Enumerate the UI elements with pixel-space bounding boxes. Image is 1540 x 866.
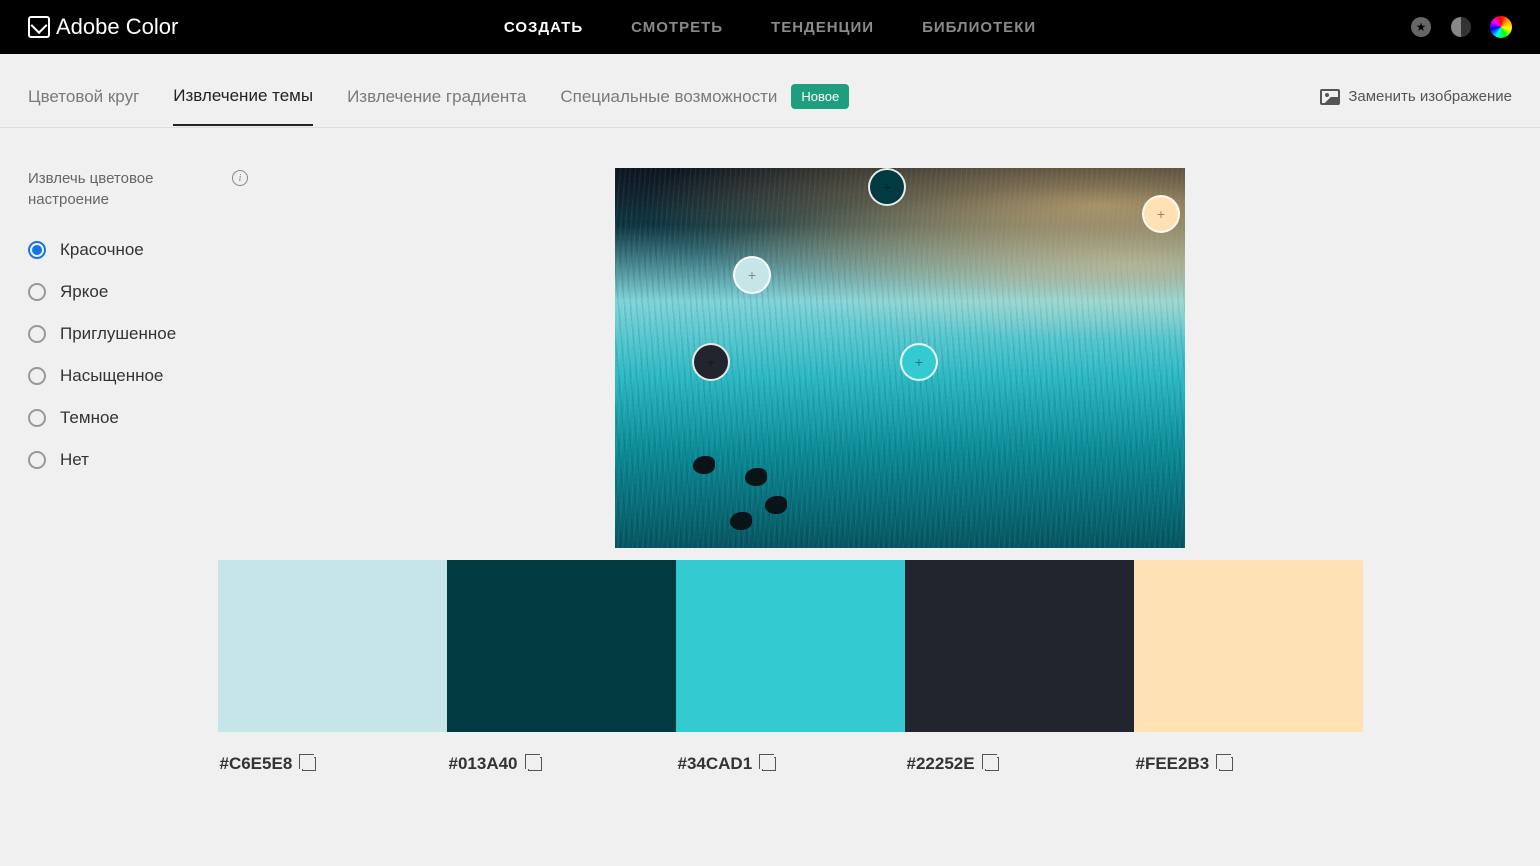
color-wheel-icon[interactable] [1490,16,1512,38]
content-area: +++++ #C6E5E8#013A40#34CAD1#22252E#FEE2B… [288,168,1512,774]
color-picker-handle-1[interactable]: + [733,256,771,294]
palette-swatches [218,560,1363,732]
swatch-3[interactable] [905,560,1134,732]
copy-icon[interactable] [1219,757,1233,771]
radio-icon [28,409,46,427]
mood-option-3[interactable]: Насыщенное [28,366,248,386]
mood-label: Красочное [60,240,144,260]
duck-shape [730,512,752,530]
app-logo[interactable]: Adobe Color [28,14,178,40]
copy-icon[interactable] [302,757,316,771]
mood-label: Насыщенное [60,366,163,386]
palette-hex-row: #C6E5E8 #013A40 #34CAD1 #22252E #FEE2B3 [218,754,1363,774]
new-badge: Новое [791,84,849,109]
source-image[interactable]: + + + + + [615,168,1185,548]
swatch-1[interactable] [447,560,676,732]
contrast-icon[interactable] [1450,16,1472,38]
copy-icon[interactable] [528,757,542,771]
hex-cell-0: #C6E5E8 [218,754,447,774]
hex-value[interactable]: #22252E [907,754,975,774]
mood-option-4[interactable]: Темное [28,408,248,428]
copy-icon[interactable] [762,757,776,771]
duck-shape [745,468,767,486]
subnav-item-2[interactable]: Извлечение градиента [347,87,526,125]
main-area: Извлечь цветовое настроение i Красочное Я… [0,128,1540,774]
duck-shape [765,496,787,514]
hex-cell-4: #FEE2B3 [1134,754,1363,774]
replace-image-label: Заменить изображение [1348,88,1512,105]
nav-item-3[interactable]: БИБЛИОТЕКИ [922,19,1036,36]
subnav-item-1[interactable]: Извлечение темы [173,86,313,126]
subnav-item-3[interactable]: Специальные возможности [560,87,777,125]
duck-shape [693,456,715,474]
hex-cell-2: #34CAD1 [676,754,905,774]
hex-cell-3: #22252E [905,754,1134,774]
sidebar-title-text: Извлечь цветовое настроение [28,168,218,210]
mood-list: Красочное Яркое Приглушенное Насыщенное Темн… [28,240,248,470]
star-icon[interactable]: ★ [1410,16,1432,38]
color-picker-handle-2[interactable]: + [1142,195,1180,233]
swatch-2[interactable] [676,560,905,732]
nav-item-0[interactable]: СОЗДАТЬ [504,19,583,36]
sidebar-heading: Извлечь цветовое настроение i [28,168,248,210]
top-bar: Adobe Color СОЗДАТЬ СМОТРЕТЬ ТЕНДЕНЦИИ БИБЛ… [0,0,1540,54]
sub-nav: Цветовой круг Извлечение темы Извлечение г… [0,54,1540,128]
info-icon[interactable]: i [232,170,248,186]
radio-icon [28,325,46,343]
hex-cell-1: #013A40 [447,754,676,774]
mood-label: Нет [60,450,89,470]
copy-icon[interactable] [985,757,999,771]
mood-option-5[interactable]: Нет [28,450,248,470]
radio-icon [28,283,46,301]
header-actions: ★ [1410,16,1512,38]
primary-nav: СОЗДАТЬ СМОТРЕТЬ ТЕНДЕНЦИИ БИБЛИОТЕКИ [504,19,1036,36]
adobe-logo-icon [28,16,50,38]
radio-icon [28,451,46,469]
mood-label: Приглушенное [60,324,176,344]
color-picker-handle-0[interactable]: + [868,168,906,206]
radio-icon [28,241,46,259]
swatch-0[interactable] [218,560,447,732]
mood-option-1[interactable]: Яркое [28,282,248,302]
hex-value[interactable]: #FEE2B3 [1136,754,1210,774]
color-picker-handle-3[interactable]: + [692,343,730,381]
nav-item-2[interactable]: ТЕНДЕНЦИИ [771,19,874,36]
mood-option-0[interactable]: Красочное [28,240,248,260]
image-icon [1320,89,1340,105]
replace-image-button[interactable]: Заменить изображение [1320,88,1512,123]
hex-value[interactable]: #34CAD1 [678,754,753,774]
mood-label: Темное [60,408,119,428]
subnav-item-0[interactable]: Цветовой круг [28,87,139,125]
mood-option-2[interactable]: Приглушенное [28,324,248,344]
hex-value[interactable]: #013A40 [449,754,518,774]
hex-value[interactable]: #C6E5E8 [220,754,293,774]
radio-icon [28,367,46,385]
logo-text: Adobe Color [56,14,178,40]
mood-label: Яркое [60,282,108,302]
color-picker-handle-4[interactable]: + [900,343,938,381]
nav-item-1[interactable]: СМОТРЕТЬ [631,19,723,36]
swatch-4[interactable] [1134,560,1363,732]
